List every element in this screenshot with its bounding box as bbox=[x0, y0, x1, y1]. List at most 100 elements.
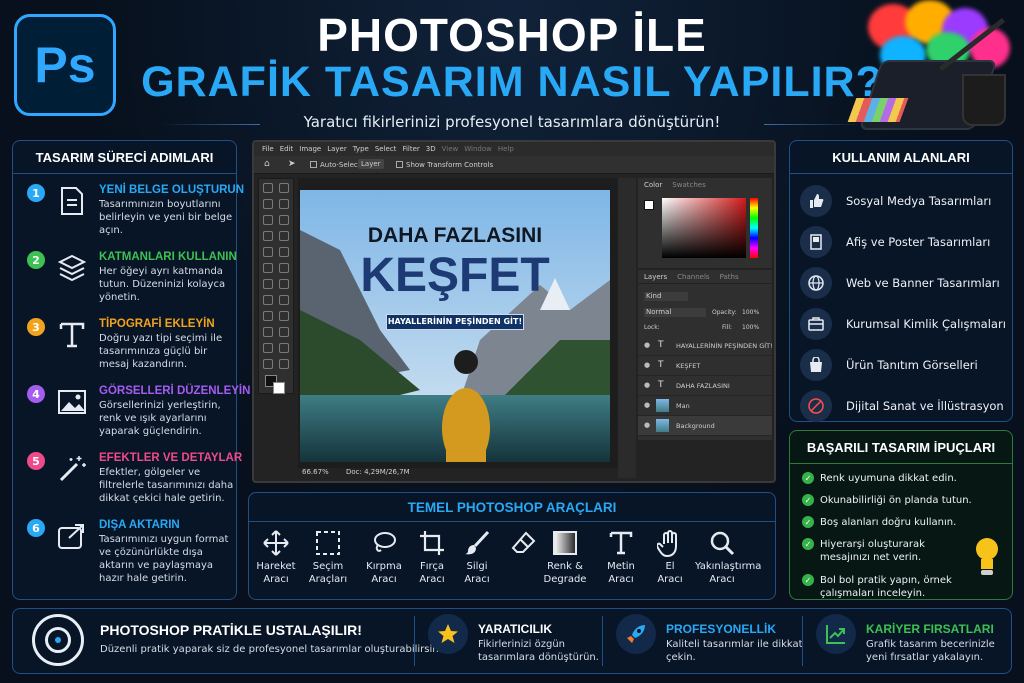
tool-label-line2: Aracı bbox=[263, 574, 289, 585]
ps-menu-item[interactable]: File bbox=[262, 145, 274, 153]
layer-dropdown[interactable]: Layer bbox=[358, 159, 384, 169]
layers-panel-tab[interactable]: Channels bbox=[677, 273, 709, 281]
tool-label-line1: El bbox=[665, 561, 675, 572]
layer-row[interactable]: ● Man bbox=[638, 396, 772, 416]
layer-row[interactable]: ● Background bbox=[638, 416, 772, 436]
ps-tool-button[interactable] bbox=[279, 295, 289, 305]
ps-tool-button[interactable] bbox=[279, 359, 289, 369]
color-panel-tab[interactable]: Swatches bbox=[672, 181, 705, 189]
step-number-badge: 4 bbox=[27, 385, 45, 403]
layer-name: Background bbox=[676, 422, 715, 430]
fg-bg-swatch[interactable] bbox=[644, 200, 654, 210]
blend-mode-dropdown[interactable]: Normal bbox=[644, 308, 706, 317]
tool-item[interactable]: Metin Aracı bbox=[594, 530, 648, 586]
ps-tool-button[interactable] bbox=[263, 327, 273, 337]
ps-tool-button[interactable] bbox=[263, 199, 273, 209]
ps-menu-item[interactable]: Select bbox=[375, 145, 397, 153]
checkmark-icon: ✓ bbox=[802, 538, 814, 550]
ps-tool-button[interactable] bbox=[279, 263, 289, 273]
bottom-section-desc: Grafik tasarım becerinizle yeni fırsatla… bbox=[866, 639, 995, 663]
ps-tool-button[interactable] bbox=[279, 231, 289, 241]
layer-kind-filter[interactable]: Kind bbox=[644, 292, 688, 301]
ps-panel-dock bbox=[618, 178, 636, 478]
step-title: KATMANLARI KULLANIN bbox=[99, 251, 237, 263]
ps-tool-button[interactable] bbox=[279, 279, 289, 289]
ps-menu-item[interactable]: Image bbox=[299, 145, 321, 153]
ps-menu-item[interactable]: Help bbox=[498, 145, 514, 153]
photoshop-window[interactable]: File Edit Image Layer Type Select Filter 3D View… bbox=[252, 140, 776, 483]
ps-tool-button[interactable] bbox=[263, 247, 273, 257]
ps-menu-item[interactable]: 3D bbox=[426, 145, 436, 153]
color-picker-field[interactable] bbox=[662, 198, 746, 258]
usage-item: Kurumsal Kimlik Çalışmaları bbox=[800, 307, 1006, 341]
tool-item[interactable]: El Aracı bbox=[643, 530, 697, 586]
layer-name: KEŞFET bbox=[676, 362, 701, 370]
image-layer-thumbnail bbox=[656, 419, 669, 432]
ps-tool-button[interactable] bbox=[279, 327, 289, 337]
hue-slider[interactable] bbox=[750, 198, 758, 258]
ps-tool-button[interactable] bbox=[279, 343, 289, 353]
transform-checkbox[interactable] bbox=[396, 161, 403, 168]
ps-menu-item[interactable]: Window bbox=[464, 145, 492, 153]
ps-tool-button[interactable] bbox=[279, 311, 289, 321]
ps-tool-button[interactable] bbox=[263, 279, 273, 289]
layer-row[interactable]: ● T DAHA FAZLASINI bbox=[638, 376, 772, 396]
visibility-eye-icon[interactable]: ● bbox=[644, 381, 650, 389]
tool-item[interactable]: Silgi Aracı bbox=[450, 530, 504, 586]
layers-icon bbox=[55, 251, 89, 285]
layer-row[interactable]: ● T HAYALLERİNİN PEŞİNDEN GİT! bbox=[638, 336, 773, 356]
usage-label: Ürün Tanıtım Görselleri bbox=[846, 358, 978, 372]
tool-item[interactable]: Yakınlaştırma Aracı bbox=[695, 530, 761, 586]
ps-tool-button[interactable] bbox=[263, 263, 273, 273]
tool-item[interactable]: Seçim Araçları bbox=[301, 530, 355, 586]
ps-toolbar bbox=[258, 178, 294, 394]
layer-name: DAHA FAZLASINI bbox=[676, 382, 730, 390]
ps-tool-button[interactable] bbox=[279, 183, 289, 193]
ps-tool-button[interactable] bbox=[263, 215, 273, 225]
ps-tool-button[interactable] bbox=[263, 183, 273, 193]
tool-item[interactable]: Kırpma Aracı bbox=[357, 530, 411, 586]
ps-tool-button[interactable] bbox=[279, 199, 289, 209]
visibility-eye-icon[interactable]: ● bbox=[644, 361, 650, 369]
zoom-status: 66.67% bbox=[302, 468, 329, 476]
design-canvas[interactable]: DAHA FAZLASINI KEŞFET HAYALLERİNİN PEŞİN… bbox=[300, 190, 610, 462]
ps-tool-button[interactable] bbox=[263, 295, 273, 305]
ps-menu-item[interactable]: Edit bbox=[280, 145, 294, 153]
ps-menu-item[interactable]: Filter bbox=[402, 145, 419, 153]
ps-menu-item[interactable]: Type bbox=[353, 145, 369, 153]
visibility-eye-icon[interactable]: ● bbox=[644, 421, 650, 429]
auto-select-checkbox[interactable] bbox=[310, 161, 317, 168]
ps-tool-button[interactable] bbox=[263, 343, 273, 353]
opacity-value[interactable]: 100% bbox=[742, 309, 759, 316]
ps-tool-button[interactable] bbox=[263, 231, 273, 241]
ps-tool-button[interactable] bbox=[279, 215, 289, 225]
move-tool-option-icon[interactable]: ➤ bbox=[288, 159, 296, 169]
visibility-eye-icon[interactable]: ● bbox=[644, 401, 650, 409]
step-description: Efektler, gölgeler ve filtrelerle tasarı… bbox=[99, 467, 234, 504]
layer-row[interactable]: ● T KEŞFET bbox=[638, 356, 772, 376]
ps-menu-item[interactable]: View bbox=[442, 145, 459, 153]
ps-tool-button[interactable] bbox=[263, 311, 273, 321]
layers-panel-tab[interactable]: Layers bbox=[644, 273, 667, 281]
tool-label-line2: Aracı bbox=[371, 574, 397, 585]
checkmark-icon: ✓ bbox=[802, 494, 814, 506]
thumbs-up-icon bbox=[800, 185, 832, 217]
ps-tool-button[interactable] bbox=[279, 247, 289, 257]
background-color-swatch[interactable] bbox=[273, 382, 285, 394]
tool-item[interactable]: Hareket Aracı bbox=[249, 530, 303, 586]
ps-menu-item[interactable]: Layer bbox=[327, 145, 347, 153]
ps-tool-button[interactable] bbox=[263, 359, 273, 369]
brush-icon bbox=[450, 530, 504, 560]
visibility-eye-icon[interactable]: ● bbox=[644, 341, 650, 349]
step-description: Tasarımınızın boyutlarını belirleyin ve … bbox=[99, 199, 233, 236]
tip-text: Renk uyumuna dikkat edin. bbox=[820, 473, 957, 484]
layers-panel-tab[interactable]: Paths bbox=[720, 273, 739, 281]
fill-value[interactable]: 100% bbox=[742, 324, 759, 331]
color-panel-tab[interactable]: Color bbox=[644, 181, 662, 189]
document-icon bbox=[55, 184, 89, 218]
tool-label-line1: Renk & bbox=[547, 561, 583, 572]
tool-item[interactable]: Renk & Degrade bbox=[538, 530, 592, 586]
home-icon[interactable]: ⌂ bbox=[264, 159, 270, 169]
pen-cup-icon bbox=[962, 74, 1006, 126]
step-title: YENİ BELGE OLUŞTURUN bbox=[99, 184, 245, 196]
